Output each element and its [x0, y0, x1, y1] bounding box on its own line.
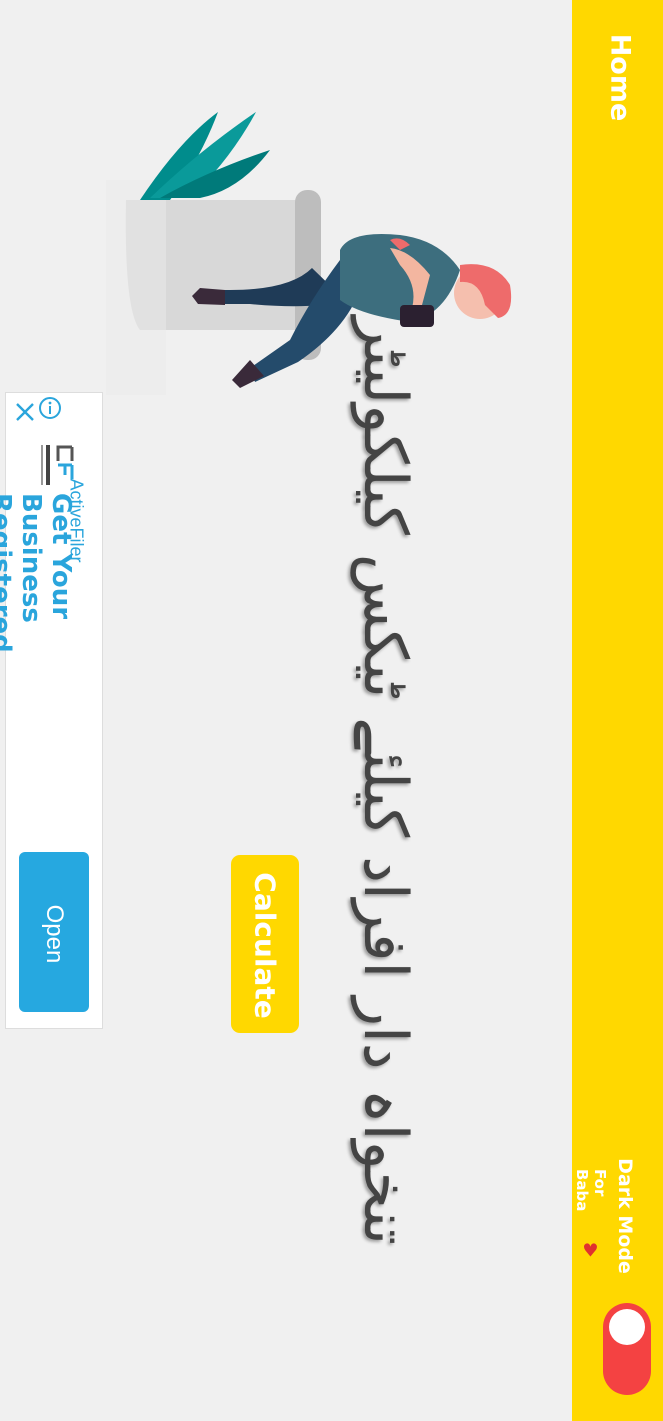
for-baba-text: For Baba: [573, 1169, 609, 1212]
for-baba-label: For Baba ♥: [573, 1169, 609, 1262]
dark-mode-label: Dark Mode: [614, 1158, 636, 1274]
ad-open-button[interactable]: Open: [19, 852, 89, 1012]
person-illustration: [106, 112, 512, 395]
urdu-question-text: تنخواہ دار افراد کیلئے ٹیکس کیلکولیٹر: [350, 316, 420, 1245]
ad-banner[interactable]: ActiveFiler Get Your Business Registered…: [0, 392, 103, 1029]
info-icon[interactable]: [38, 396, 62, 420]
close-icon[interactable]: [14, 401, 36, 423]
calculate-button[interactable]: Calculate: [231, 855, 299, 1033]
ad-open-label: Open: [41, 904, 68, 964]
calculate-label: Calculate: [248, 872, 282, 1019]
heart-icon: ♥: [582, 1240, 600, 1262]
page-title: Home: [604, 33, 636, 122]
toggle-knob[interactable]: [609, 1309, 645, 1345]
ad-headline: Get Your Business Registered: [0, 493, 76, 653]
dark-mode-toggle[interactable]: [603, 1303, 651, 1395]
